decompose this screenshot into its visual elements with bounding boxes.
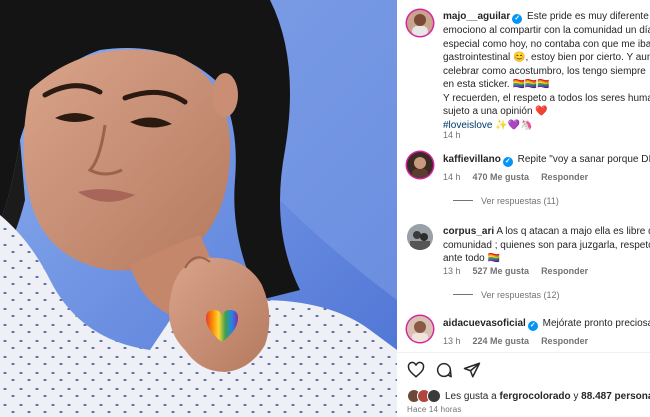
likes-joiner: y <box>570 391 582 402</box>
author-avatar[interactable] <box>407 10 433 36</box>
comment-text: aidacuevasoficial ✓ Mejórate pronto preci… <box>443 317 650 331</box>
view-replies-button[interactable]: Ver respuestas (12) <box>453 290 560 300</box>
caption-line: celebrar como acostumbro, los tengo siem… <box>443 65 646 77</box>
comment-text: corpus_ari A los q atacan a majo ella es… <box>443 225 650 266</box>
view-replies-label: Ver respuestas (12) <box>481 290 560 300</box>
comment-icon[interactable] <box>435 361 453 379</box>
likes-count[interactable]: 88.487 personas <box>581 391 650 402</box>
verified-badge-icon: ✓ <box>527 321 538 331</box>
post-time: Hace 14 horas <box>407 405 462 414</box>
likes-prefix: Les gusta a <box>445 391 500 402</box>
verified-badge-icon: ✓ <box>502 157 513 167</box>
commenter-username[interactable]: kaffievillano <box>443 154 501 165</box>
comment-body-line: comunidad ; quienes son para juzgarla, r… <box>443 239 650 251</box>
commenter-avatar[interactable] <box>407 224 433 250</box>
comment-item: corpus_ari A los q atacan a majo ella es… <box>407 222 650 302</box>
share-icon[interactable] <box>463 361 481 379</box>
comment-time: 13 h <box>443 336 461 346</box>
commenter-avatar[interactable] <box>407 316 433 342</box>
caption-text: majo__aguilar ✓ Este pride es muy diferen… <box>443 10 650 132</box>
caption-line: sujeto a una opinión ❤️ <box>443 106 548 117</box>
post-photo-illustration <box>0 0 397 417</box>
replies-divider <box>453 200 473 201</box>
comment-body-line: ante todo 🏳️‍🌈 <box>443 253 500 264</box>
reply-button[interactable]: Responder <box>541 172 588 182</box>
post-photo[interactable] <box>0 0 397 417</box>
post-actions-bar: Les gusta a fergrocolorado y 88.487 pers… <box>397 352 650 417</box>
caption-line: en esta sticker. 🏳️‍🌈🏳️‍🌈🏳️‍🌈 <box>443 79 550 90</box>
comment-body: Mejórate pronto preciosa <box>542 318 650 329</box>
view-replies-button[interactable]: Ver respuestas (11) <box>453 196 559 206</box>
caption-line: gastrointestinal 😊, estoy bien por ciert… <box>443 52 650 63</box>
comments-scroll-area[interactable]: majo__aguilar ✓ Este pride es muy diferen… <box>397 0 650 352</box>
caption-line: emociono al compartir con la comunidad u… <box>443 25 650 36</box>
hashtag-link[interactable]: #loveislove <box>443 120 492 131</box>
caption-line: especial como hoy, no contaba con que me… <box>443 38 650 50</box>
reply-button[interactable]: Responder <box>541 266 588 276</box>
caption-line: Y recuerden, el respeto a todos los sere… <box>443 92 650 104</box>
heart-icon[interactable] <box>407 361 425 379</box>
instagram-post-view: majo__aguilar ✓ Este pride es muy diferen… <box>0 0 650 417</box>
post-caption: majo__aguilar ✓ Este pride es muy diferen… <box>407 8 650 140</box>
comment-text: kaffievillano ✓ Repite "voy a sanar porqu… <box>443 153 650 167</box>
comment-likes[interactable]: 224 Me gusta <box>473 336 530 346</box>
liked-by-user[interactable]: fergrocolorado <box>499 391 570 402</box>
commenter-avatar[interactable] <box>407 152 433 178</box>
comment-item: kaffievillano ✓ Repite "voy a sanar porqu… <box>407 150 650 210</box>
author-username[interactable]: majo__aguilar <box>443 11 510 22</box>
comment-likes[interactable]: 470 Me gusta <box>473 172 530 182</box>
commenter-username[interactable]: corpus_ari <box>443 226 494 237</box>
comment-item: aidacuevasoficial ✓ Mejórate pronto preci… <box>407 314 650 352</box>
comment-time: 13 h <box>443 266 461 276</box>
comment-body: A los q atacan a majo ella es libre d <box>496 226 650 237</box>
likes-text: Les gusta a fergrocolorado y 88.487 pers… <box>445 391 650 402</box>
commenter-username[interactable]: aidacuevasoficial <box>443 318 526 329</box>
hashtag-emoji: ✨💜🦄 <box>495 119 533 131</box>
comment-time: 14 h <box>443 172 461 182</box>
post-details-panel: majo__aguilar ✓ Este pride es muy diferen… <box>397 0 650 417</box>
comment-meta: 14 h 470 Me gusta Responder <box>443 172 588 182</box>
comment-likes[interactable]: 527 Me gusta <box>473 266 530 276</box>
view-replies-label: Ver respuestas (11) <box>481 196 559 206</box>
comment-meta: 13 h 224 Me gusta Responder <box>443 336 588 346</box>
replies-divider <box>453 294 473 295</box>
comment-meta: 13 h 527 Me gusta Responder <box>443 266 588 276</box>
liker-avatar <box>427 389 441 403</box>
reply-button[interactable]: Responder <box>541 336 588 346</box>
verified-badge-icon: ✓ <box>512 14 523 24</box>
comment-body: Repite "voy a sanar porque DIO <box>517 154 650 165</box>
caption-timestamp: 14 h <box>443 130 461 140</box>
caption-line: Este pride es muy diferente 🌈 <box>527 11 650 22</box>
